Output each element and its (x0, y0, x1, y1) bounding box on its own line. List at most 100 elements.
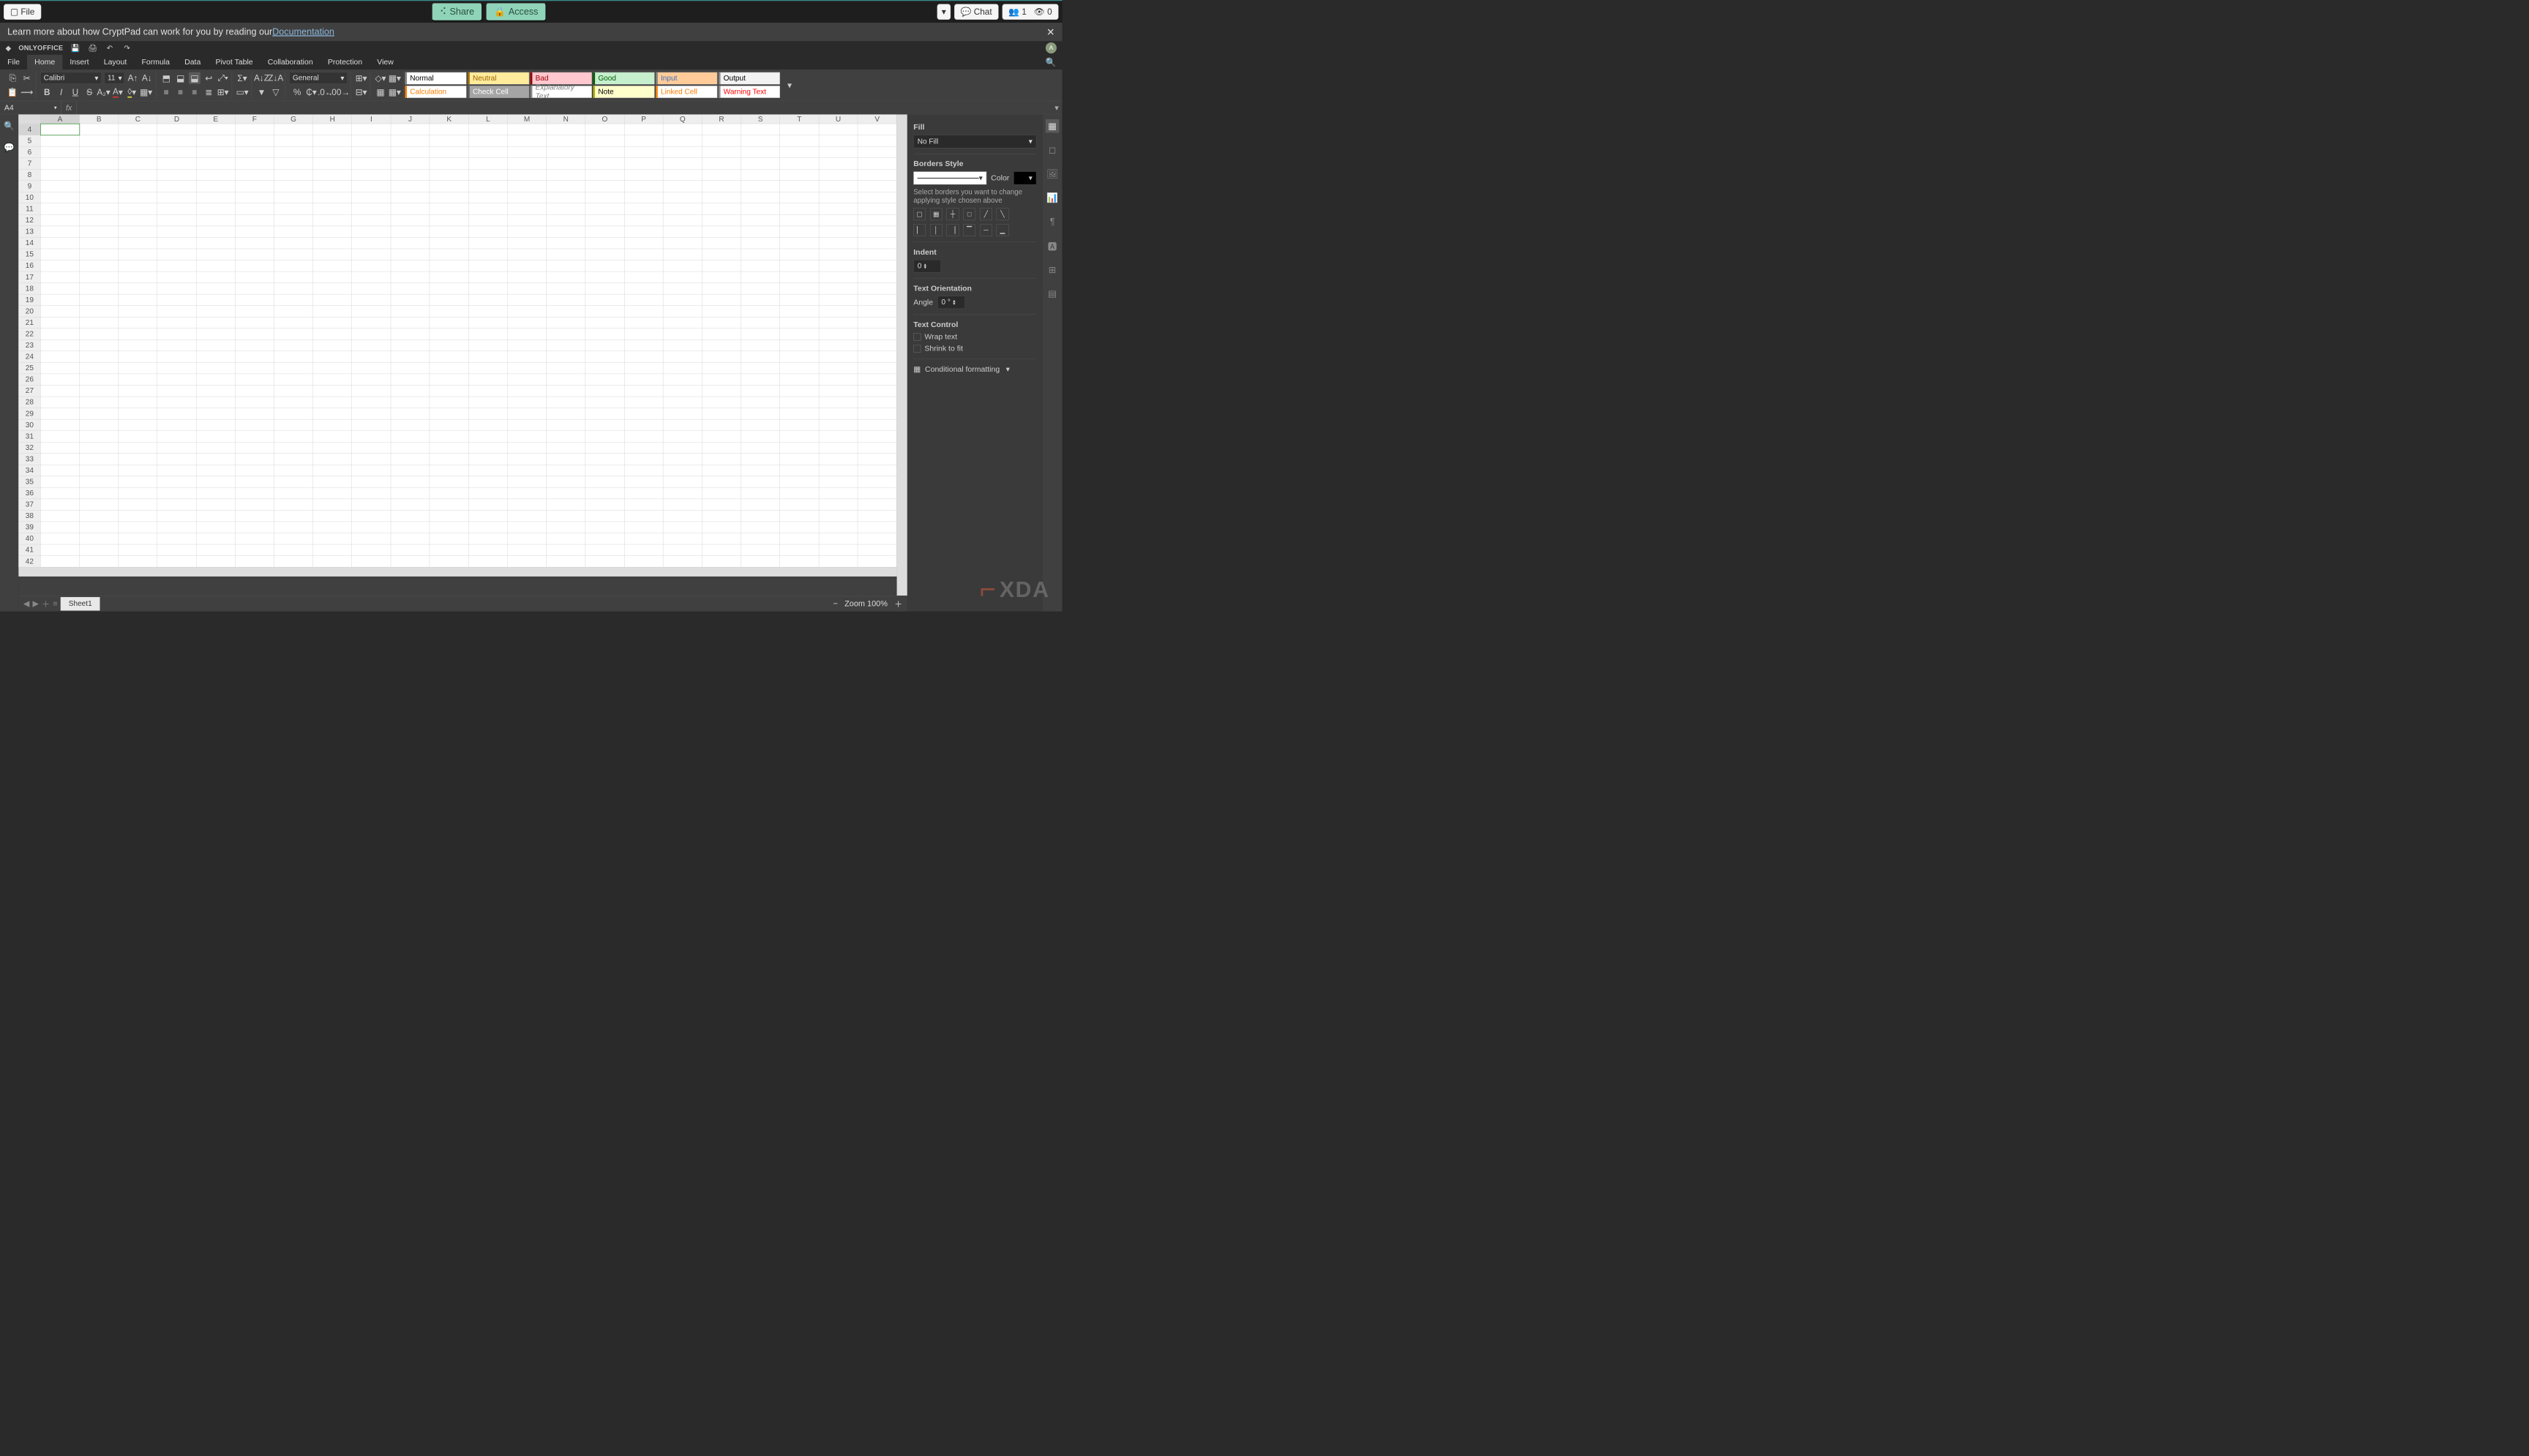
col-header[interactable]: K (430, 114, 468, 124)
cell[interactable] (547, 544, 585, 556)
cell[interactable] (119, 556, 157, 568)
cell[interactable] (507, 181, 546, 192)
cell[interactable] (196, 556, 235, 568)
cell[interactable] (352, 146, 391, 158)
cell[interactable] (196, 533, 235, 544)
cell[interactable] (80, 431, 119, 443)
cell[interactable] (819, 419, 858, 431)
row-header[interactable]: 41 (18, 544, 40, 556)
cell[interactable] (780, 408, 819, 420)
cell[interactable] (858, 419, 896, 431)
cell[interactable] (624, 419, 663, 431)
cell[interactable] (119, 249, 157, 260)
border-all-icon[interactable]: ▦ (930, 208, 943, 220)
italic-button[interactable]: I (56, 86, 67, 98)
cell[interactable] (119, 544, 157, 556)
cell[interactable] (313, 476, 352, 488)
cell[interactable] (819, 203, 858, 215)
cell[interactable] (624, 181, 663, 192)
row-header[interactable]: 28 (18, 397, 40, 408)
cell[interactable] (741, 442, 780, 454)
cell[interactable] (741, 214, 780, 226)
cell[interactable] (741, 431, 780, 443)
cell[interactable] (80, 351, 119, 363)
cell[interactable] (391, 408, 430, 420)
cell[interactable] (196, 329, 235, 340)
cell[interactable] (119, 135, 157, 147)
cell[interactable] (507, 487, 546, 499)
cell[interactable] (391, 556, 430, 568)
cell[interactable] (507, 533, 546, 544)
cell[interactable] (274, 135, 312, 147)
cell[interactable] (858, 465, 896, 476)
row-header[interactable]: 14 (18, 237, 40, 249)
cell[interactable] (702, 181, 741, 192)
cell[interactable] (585, 454, 624, 465)
cell[interactable] (235, 329, 274, 340)
cell[interactable] (430, 237, 468, 249)
cell[interactable] (274, 487, 312, 499)
cell[interactable] (235, 169, 274, 181)
cell[interactable] (624, 454, 663, 465)
cell[interactable] (547, 465, 585, 476)
cell[interactable] (40, 135, 79, 147)
cell[interactable] (391, 214, 430, 226)
cell[interactable] (80, 135, 119, 147)
cell[interactable] (274, 169, 312, 181)
cell[interactable] (624, 260, 663, 272)
cell[interactable] (547, 419, 585, 431)
cell[interactable] (430, 329, 468, 340)
cell[interactable] (196, 226, 235, 238)
cell[interactable] (313, 465, 352, 476)
cell[interactable] (741, 351, 780, 363)
cell[interactable] (585, 181, 624, 192)
cell[interactable] (196, 124, 235, 135)
cell[interactable] (507, 499, 546, 511)
menu-tab-insert[interactable]: Insert (62, 55, 96, 70)
cell[interactable] (196, 237, 235, 249)
cell[interactable] (80, 454, 119, 465)
cell[interactable] (780, 419, 819, 431)
cell[interactable] (547, 454, 585, 465)
cell[interactable] (585, 544, 624, 556)
cell[interactable] (741, 169, 780, 181)
cell[interactable] (819, 260, 858, 272)
cell[interactable] (780, 397, 819, 408)
cell[interactable] (80, 158, 119, 170)
cell[interactable] (702, 214, 741, 226)
cell[interactable] (274, 465, 312, 476)
cell[interactable] (507, 169, 546, 181)
cell[interactable] (663, 465, 702, 476)
cell[interactable] (663, 124, 702, 135)
cell[interactable] (663, 544, 702, 556)
row-header[interactable]: 40 (18, 533, 40, 544)
cell[interactable] (196, 169, 235, 181)
cell[interactable] (468, 544, 507, 556)
style-output[interactable]: Output (719, 72, 780, 85)
border-diag-up-icon[interactable]: ╱ (980, 208, 992, 220)
cell[interactable] (468, 397, 507, 408)
cell[interactable] (235, 465, 274, 476)
cell[interactable] (313, 181, 352, 192)
cell[interactable] (235, 249, 274, 260)
strikethrough-button[interactable]: S (83, 86, 95, 98)
cell[interactable] (819, 476, 858, 488)
cell[interactable] (352, 362, 391, 374)
row-header[interactable]: 20 (18, 306, 40, 318)
cell[interactable] (352, 249, 391, 260)
cell[interactable] (507, 476, 546, 488)
cell[interactable] (80, 374, 119, 386)
cell[interactable] (119, 476, 157, 488)
cell[interactable] (119, 237, 157, 249)
cell[interactable] (352, 408, 391, 420)
cell[interactable] (858, 294, 896, 306)
cell[interactable] (780, 260, 819, 272)
row-header[interactable]: 38 (18, 510, 40, 522)
cell[interactable] (196, 431, 235, 443)
cell[interactable] (624, 192, 663, 203)
cell[interactable] (80, 249, 119, 260)
cell[interactable] (780, 181, 819, 192)
cell[interactable] (624, 124, 663, 135)
cell[interactable] (430, 294, 468, 306)
border-color-dropdown[interactable]: ▾ (1014, 171, 1036, 184)
